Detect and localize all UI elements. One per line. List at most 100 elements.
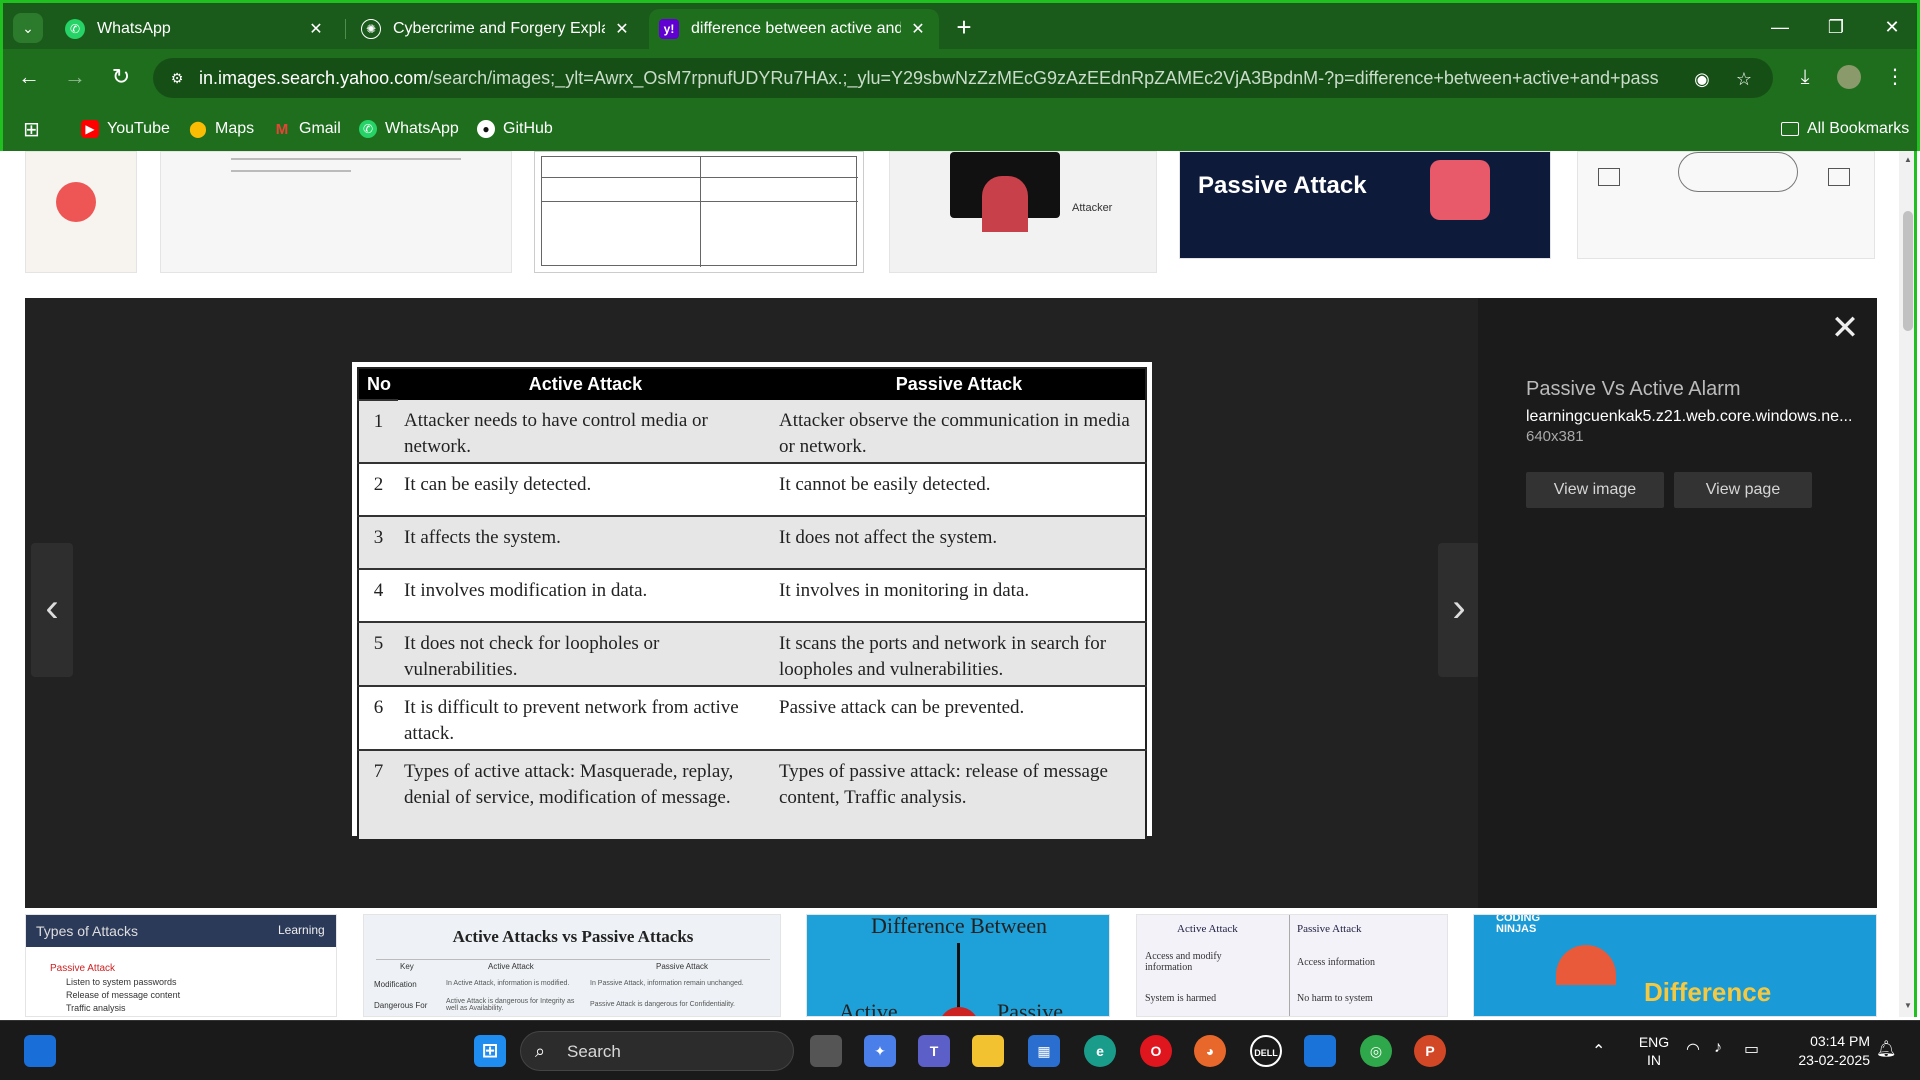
minimize-button[interactable]: — [1757,11,1803,43]
all-bookmarks-button[interactable]: All Bookmarks [1781,117,1909,141]
start-button[interactable]: ⊞ [474,1035,506,1067]
bookmark-gmail[interactable]: M Gmail [273,117,341,141]
table-row: 6 It is difficult to prevent network fro… [358,685,1146,750]
thumb-text: Active Attack [1177,923,1238,935]
image-result[interactable]: Passive Attack [1179,151,1551,259]
menu-icon[interactable]: ⋮ [1879,61,1911,93]
active-passive-table: No Active Attack Passive Attack 1 Attack… [357,367,1147,841]
site-info-icon[interactable]: ⚙ [167,68,187,88]
passive-cell: It cannot be easily detected. [773,462,1146,516]
image-result[interactable] [25,151,137,273]
firefox-icon[interactable]: ◕ [1194,1035,1226,1067]
show-hidden-icons[interactable]: ⌃ [1592,1041,1605,1061]
image-result[interactable]: Difference Between Active Passive [806,914,1110,1017]
active-cell: It involves modification in data. [398,568,773,622]
bookmark-github[interactable]: ● GitHub [477,117,553,141]
bookmark-maps[interactable]: ⬤ Maps [189,117,254,141]
thumb-text: Release of message content [66,990,181,1000]
active-cell: It is difficult to prevent network from … [398,685,773,750]
bookmark-youtube[interactable]: ▶ YouTube [81,117,170,141]
thumb-text: Passive Attack [656,962,709,971]
image-result[interactable]: Active Attack Passive Attack Access and … [1136,914,1448,1017]
restore-button[interactable]: ❐ [1813,11,1859,43]
image-result[interactable]: Types of Attacks Learning Passive Attack… [25,914,337,1017]
thumb-text: Types of Attacks [36,923,138,939]
forward-button[interactable]: → [59,61,91,93]
clock-time: 03:14 PM [1810,1033,1870,1049]
new-tab-button[interactable]: + [949,13,979,43]
preview-image[interactable]: No Active Attack Passive Attack 1 Attack… [352,362,1152,841]
volume-icon[interactable]: ♪ [1714,1039,1722,1057]
lang-top: ENG [1638,1034,1670,1050]
image-result[interactable] [160,151,512,273]
profile-avatar[interactable] [1837,65,1861,89]
download-icon[interactable]: ⤓ [1789,61,1821,93]
view-page-button[interactable]: View page [1674,472,1812,508]
close-tab-icon[interactable]: ✕ [907,19,929,39]
opera-icon[interactable]: O [1140,1035,1172,1067]
image-result[interactable]: CODING NINJAS Difference [1473,914,1877,1017]
teams-icon[interactable]: T [918,1035,950,1067]
microsoft-store-icon[interactable]: ▦ [1028,1035,1060,1067]
image-result[interactable] [1577,151,1875,259]
back-button[interactable]: ← [13,61,45,93]
widgets-icon[interactable] [24,1035,56,1067]
file-explorer-icon[interactable] [972,1035,1004,1067]
language-indicator[interactable]: ENG IN [1634,1033,1674,1069]
close-preview-button[interactable]: ✕ [1825,308,1865,348]
chrome-icon[interactable]: ◎ [1360,1035,1392,1067]
star-icon[interactable]: ☆ [1731,66,1757,92]
preview-source[interactable]: learningcuenkak5.z21.web.core.windows.ne… [1526,408,1856,426]
page-scrollbar[interactable]: ▲ ▼ [1899,151,1917,1017]
folder-icon [1781,122,1799,136]
dell-icon[interactable]: DELL [1250,1035,1282,1067]
bookmark-whatsapp[interactable]: ✆ WhatsApp [359,117,459,141]
close-window-button[interactable]: ✕ [1869,11,1915,43]
image-result[interactable]: Attacker [889,151,1157,273]
browser-toolbar: ← → ↻ ⚙ in.images.search.yahoo.com/searc… [3,49,1917,105]
thumb-text: Passive Attack is dangerous for Confiden… [590,1001,736,1008]
powerpoint-icon[interactable]: P [1414,1035,1446,1067]
url-host: in.images.search.yahoo.com [199,68,429,88]
reload-button[interactable]: ↻ [105,61,137,93]
previous-image-button[interactable]: ‹ [31,543,73,677]
taskbar-search[interactable]: ⌕ Search [520,1031,794,1071]
tab-cybercrime[interactable]: ✺ Cybercrime and Forgery Explain ✕ [351,9,643,49]
image-result[interactable]: Active Attacks vs Passive Attacks Key Ac… [363,914,781,1017]
scroll-down-icon[interactable]: ▼ [1903,1001,1913,1011]
bookmark-label: YouTube [107,120,170,137]
thumb-text: In Active Attack, information is modifie… [446,980,570,987]
app-icon[interactable] [1304,1035,1336,1067]
tab-whatsapp[interactable]: ✆ WhatsApp ✕ [55,9,337,49]
thumb-text: Dangerous For [374,1001,428,1010]
tab-yahoo-images[interactable]: y! difference between active and p ✕ [649,9,939,49]
apps-icon[interactable]: ⊞ [23,117,40,141]
copilot-icon[interactable]: ✦ [864,1035,896,1067]
scroll-up-icon[interactable]: ▲ [1903,155,1913,165]
passive-cell: It involves in monitoring in data. [773,568,1146,622]
wifi-icon[interactable]: ◠ [1686,1039,1700,1059]
clock[interactable]: 03:14 PM 23-02-2025 [1778,1032,1870,1070]
eye-off-icon[interactable]: ◉ [1689,66,1715,92]
tab-search-button[interactable]: ⌄ [13,13,43,43]
preview-title[interactable]: Passive Vs Active Alarm [1526,378,1741,401]
close-tab-icon[interactable]: ✕ [305,19,327,39]
github-icon: ● [477,120,495,138]
battery-icon[interactable]: ▭ [1744,1039,1759,1059]
url-text[interactable]: in.images.search.yahoo.com/search/images… [199,68,1659,90]
image-result-selected[interactable] [534,151,864,273]
task-view-icon[interactable] [810,1035,842,1067]
scrollbar-thumb[interactable] [1903,211,1913,331]
edge-icon[interactable]: e [1084,1035,1116,1067]
close-tab-icon[interactable]: ✕ [611,19,633,39]
next-image-button[interactable]: › [1438,543,1480,677]
row-number: 7 [358,749,398,840]
image-viewer: ‹ No Active Attack Passive Attack 1 Atta… [25,298,1480,908]
table-row: 4 It involves modification in data. It i… [358,568,1146,622]
view-image-button[interactable]: View image [1526,472,1664,508]
passive-cell: Passive attack can be prevented. [773,685,1146,750]
address-bar[interactable]: ⚙ in.images.search.yahoo.com/search/imag… [153,58,1773,98]
notification-icon[interactable]: 🔔︎ [1876,1039,1896,1059]
yahoo-icon: y! [659,19,679,39]
active-cell: It affects the system. [398,515,773,569]
